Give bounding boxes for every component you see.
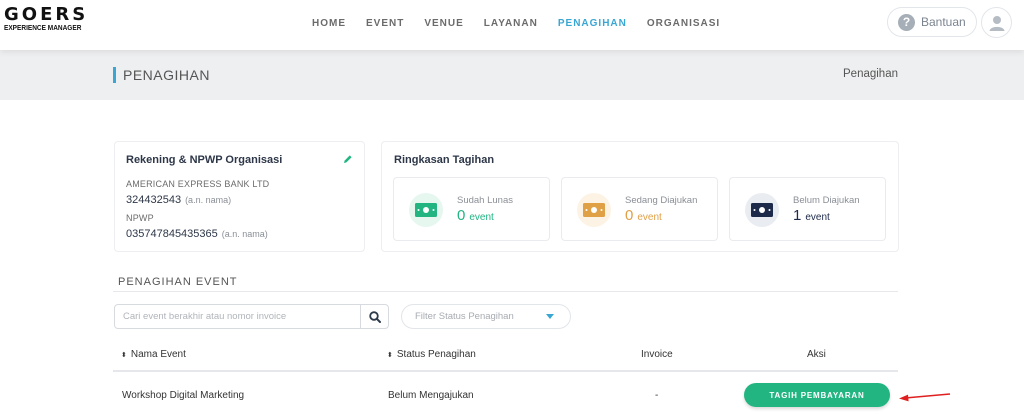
- nav-event[interactable]: EVENT: [366, 18, 404, 29]
- user-icon: [989, 15, 1004, 31]
- help-icon: ?: [898, 13, 915, 31]
- goers-logo[interactable]: GOERS EXPERIENCE MANAGER: [4, 4, 89, 33]
- nav-venue[interactable]: VENUE: [424, 18, 463, 29]
- top-navbar: GOERS EXPERIENCE MANAGER HOME EVENT VENU…: [0, 0, 1024, 50]
- nav-layanan[interactable]: LAYANAN: [484, 18, 538, 29]
- logo-tagline: EXPERIENCE MANAGER: [4, 25, 82, 32]
- nav-home[interactable]: HOME: [312, 18, 346, 29]
- annotation-layer: [899, 393, 951, 402]
- user-avatar[interactable]: [981, 7, 1012, 38]
- nav-penagihan[interactable]: PENAGIHAN: [558, 18, 627, 29]
- help-button[interactable]: ? Bantuan: [887, 7, 977, 37]
- logo-wordmark: GOERS: [4, 4, 89, 25]
- nav-organisasi[interactable]: ORGANISASI: [647, 18, 720, 29]
- help-label: Bantuan: [921, 15, 966, 29]
- red-arrow-annotation: [899, 393, 951, 402]
- main-nav: HOME EVENT VENUE LAYANAN PENAGIHAN ORGAN…: [312, 0, 740, 46]
